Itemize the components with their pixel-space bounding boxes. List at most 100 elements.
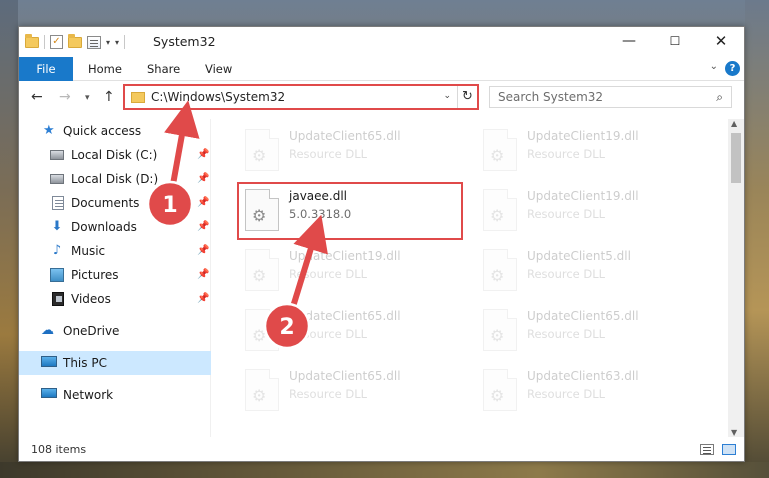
sidebar-item-local-disk-c[interactable]: Local Disk (C:) 📌 (19, 143, 211, 167)
close-button[interactable]: ✕ (698, 27, 744, 57)
tab-view[interactable]: View (205, 57, 232, 81)
star-icon: ★ (43, 123, 55, 138)
file-description: Resource DLL (527, 267, 606, 281)
gear-icon: ⚙ (252, 266, 267, 285)
dll-file-icon: ⚙ (245, 309, 279, 351)
chevron-down-icon[interactable]: ⌄ (443, 91, 451, 101)
sidebar-item-label: Local Disk (C:) (71, 148, 158, 162)
sidebar-item-network[interactable]: Network (19, 383, 211, 407)
help-icon[interactable]: ? (725, 61, 740, 76)
forward-arrow-icon[interactable]: → (59, 89, 71, 105)
large-icons-view-icon[interactable] (722, 444, 736, 455)
vertical-scrollbar[interactable]: ▲ ▼ (728, 119, 744, 437)
download-icon: ⬇ (51, 219, 63, 234)
desktop-background-bottom (0, 462, 769, 478)
dll-file-icon: ⚙ (483, 249, 517, 291)
sidebar-item-label: Music (71, 244, 106, 258)
customize-dropdown-icon[interactable]: ▾ (115, 38, 119, 47)
up-arrow-icon[interactable]: ↑ (103, 89, 115, 105)
sidebar-item-local-disk-d[interactable]: Local Disk (D:) 📌 (19, 167, 211, 191)
window-title: System32 (153, 34, 216, 49)
gear-icon: ⚙ (252, 146, 267, 165)
sidebar-item-videos[interactable]: Videos 📌 (19, 287, 211, 311)
scroll-up-icon[interactable]: ▲ (731, 119, 737, 128)
sidebar-item-music[interactable]: ♪ Music 📌 (19, 239, 211, 263)
file-explorer-window: ✓ ▾ ▾ System32 — ☐ ✕ File Home Share Vie… (18, 26, 745, 462)
file-item[interactable]: ⚙ UpdateClient19.dll Resource DLL (241, 245, 469, 301)
maximize-button[interactable]: ☐ (652, 27, 698, 57)
sidebar-item-this-pc[interactable]: This PC (19, 351, 211, 375)
file-name: UpdateClient65.dll (527, 309, 639, 323)
file-name: UpdateClient65.dll (289, 369, 401, 383)
documents-icon (52, 196, 64, 210)
highlight-box (237, 182, 463, 240)
gear-icon: ⚙ (490, 386, 505, 405)
address-bar[interactable]: C:\Windows\System32 ⌄ ↻ (123, 84, 479, 110)
sidebar-item-label: Local Disk (D:) (71, 172, 159, 186)
file-description: Resource DLL (527, 327, 606, 341)
file-item[interactable]: ⚙ UpdateClient19.dll Resource DLL (479, 185, 707, 241)
sidebar-item-onedrive[interactable]: ☁ OneDrive (19, 319, 211, 343)
file-item[interactable]: ⚙ UpdateClient65.dll Resource DLL (241, 305, 469, 361)
file-description: Resource DLL (289, 387, 368, 401)
sidebar-item-documents[interactable]: Documents 📌 (19, 191, 211, 215)
sidebar-item-label: This PC (63, 356, 107, 370)
scroll-thumb[interactable] (731, 133, 741, 183)
dll-file-icon: ⚙ (245, 369, 279, 411)
pin-icon[interactable]: 📌 (197, 167, 209, 191)
file-name: UpdateClient19.dll (527, 129, 639, 143)
ribbon-tabs: File Home Share View ⌄ ? (19, 57, 744, 81)
search-icon[interactable]: ⌕ (716, 90, 723, 105)
item-count: 108 items (31, 443, 87, 456)
file-item[interactable]: ⚙ UpdateClient19.dll Resource DLL (479, 125, 707, 181)
sidebar-item-label: Pictures (71, 268, 119, 282)
dll-file-icon: ⚙ (245, 249, 279, 291)
file-item[interactable]: ⚙ UpdateClient65.dll Resource DLL (479, 305, 707, 361)
cloud-icon: ☁ (41, 323, 54, 338)
gear-icon: ⚙ (490, 266, 505, 285)
file-item[interactable]: ⚙ UpdateClient65.dll Resource DLL (241, 125, 469, 181)
properties-check-icon[interactable]: ✓ (50, 35, 63, 49)
address-path[interactable]: C:\Windows\System32 (151, 90, 285, 104)
file-item[interactable]: ⚙ UpdateClient65.dll Resource DLL (241, 365, 469, 421)
sidebar-item-pictures[interactable]: Pictures 📌 (19, 263, 211, 287)
file-description: Resource DLL (289, 267, 368, 281)
new-folder-icon[interactable] (68, 33, 82, 48)
desktop-background-right (745, 0, 769, 478)
pin-icon[interactable]: 📌 (197, 263, 209, 287)
file-item[interactable]: ⚙ UpdateClient5.dll Resource DLL (479, 245, 707, 301)
recent-locations-chevron-icon[interactable]: ▾ (85, 93, 90, 103)
pin-icon[interactable]: 📌 (197, 239, 209, 263)
sidebar-item-downloads[interactable]: ⬇ Downloads 📌 (19, 215, 211, 239)
tab-share[interactable]: Share (147, 57, 180, 81)
search-input[interactable]: Search System32 ⌕ (489, 86, 732, 108)
pin-icon[interactable]: 📌 (197, 287, 209, 311)
desktop-background-left (0, 0, 18, 478)
details-view-icon[interactable] (700, 444, 714, 455)
file-description: Resource DLL (289, 327, 368, 341)
scroll-down-icon[interactable]: ▼ (731, 428, 737, 437)
expand-ribbon-icon[interactable]: ⌄ (710, 61, 718, 72)
minimize-button[interactable]: — (606, 27, 652, 57)
file-item[interactable]: ⚙ UpdateClient63.dll Resource DLL (479, 365, 707, 421)
sidebar-item-quick-access[interactable]: ★ Quick access (19, 119, 211, 143)
chevron-down-icon[interactable]: ▾ (106, 38, 110, 47)
tab-home[interactable]: Home (88, 57, 122, 81)
disk-icon (50, 150, 64, 160)
file-description: Resource DLL (289, 147, 368, 161)
gear-icon: ⚙ (252, 386, 267, 405)
customize-toolbar-icon[interactable] (87, 35, 101, 49)
pin-icon[interactable]: 📌 (197, 215, 209, 239)
tab-file[interactable]: File (19, 57, 73, 81)
file-name: UpdateClient5.dll (527, 249, 631, 263)
title-bar: ✓ ▾ ▾ System32 — ☐ ✕ (19, 27, 744, 57)
videos-icon (52, 292, 64, 306)
back-arrow-icon[interactable]: ← (31, 89, 43, 105)
sidebar-item-label: OneDrive (63, 324, 120, 338)
file-name: UpdateClient65.dll (289, 309, 401, 323)
file-name: UpdateClient19.dll (527, 189, 639, 203)
pin-icon[interactable]: 📌 (197, 143, 209, 167)
sidebar-item-label: Videos (71, 292, 111, 306)
pin-icon[interactable]: 📌 (197, 191, 209, 215)
refresh-icon[interactable]: ↻ (457, 86, 477, 108)
